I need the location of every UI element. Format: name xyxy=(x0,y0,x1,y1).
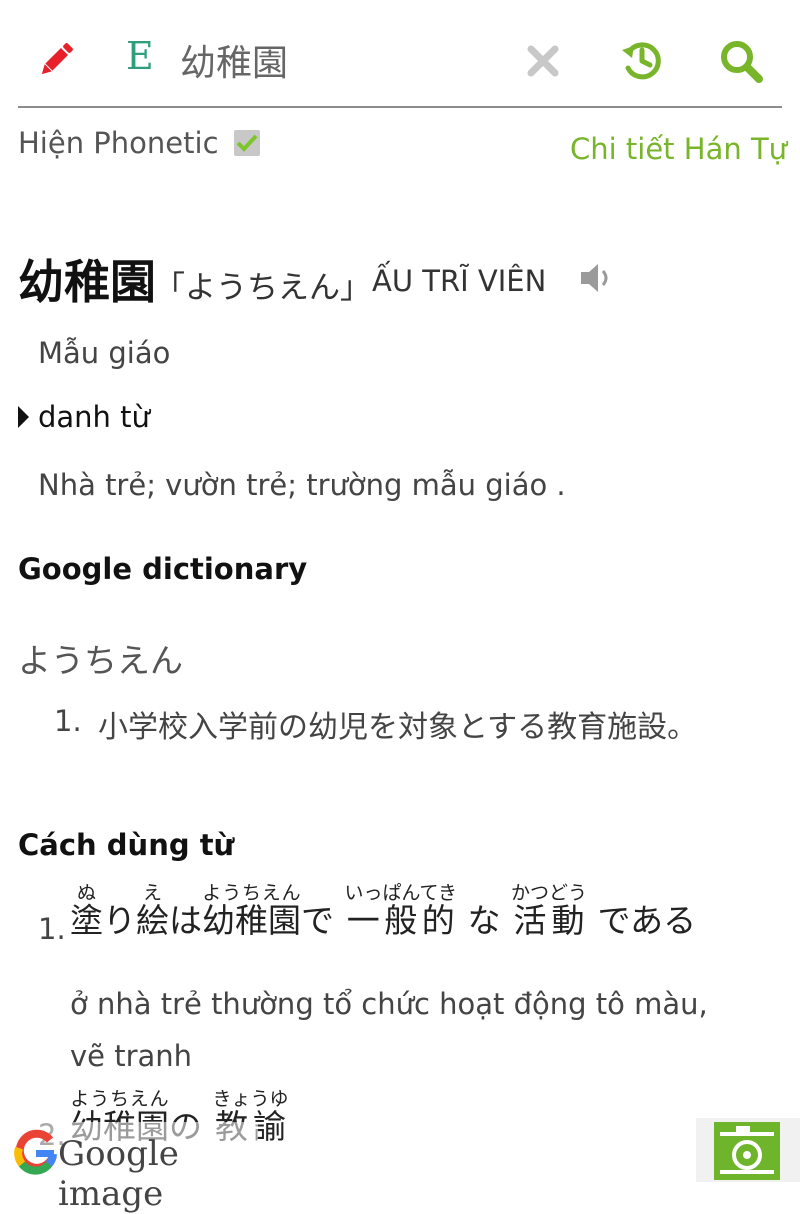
pencil-icon xyxy=(41,43,73,75)
sentence-text: で xyxy=(301,901,345,940)
search-button[interactable] xyxy=(718,38,764,84)
sentence-text: な xyxy=(456,901,511,940)
search-input[interactable] xyxy=(180,34,500,86)
topbar-divider xyxy=(18,106,782,108)
google-dictionary-heading: Google dictionary xyxy=(18,552,308,586)
checkmark-icon xyxy=(236,134,258,152)
phonetic-checkbox[interactable] xyxy=(234,130,260,156)
camera-panel xyxy=(696,1118,800,1182)
google-logo-icon xyxy=(14,1129,57,1175)
example-translation: ở nhà trẻ thường tổ chức hoạt động tô mà… xyxy=(70,987,708,1073)
usage-heading: Cách dùng từ xyxy=(18,828,235,862)
history-button[interactable] xyxy=(620,38,664,82)
google-dictionary-reading: ようちえん xyxy=(18,641,183,680)
close-icon xyxy=(527,45,559,77)
pronounce-button[interactable] xyxy=(578,260,614,296)
part-of-speech: danh từ xyxy=(38,400,150,434)
camera-icon xyxy=(714,1122,780,1180)
google-image-label: Google image xyxy=(58,1134,179,1214)
definition-number: 1. xyxy=(54,704,82,738)
camera-button[interactable] xyxy=(714,1122,780,1180)
edit-button[interactable] xyxy=(34,38,78,82)
kanji-detail-link[interactable]: Chi tiết Hán Tự xyxy=(570,132,787,166)
example-sentence: 塗ぬり絵えは幼稚園ようちえんで 一般的いっぱんてき な 活動かつどう である xyxy=(70,882,696,942)
speaker-icon xyxy=(581,264,608,292)
sentence-text: である xyxy=(586,901,697,940)
entry-reading: 「ようちえん」 xyxy=(154,270,371,306)
phonetic-label: Hiện Phonetic xyxy=(18,126,219,160)
search-icon xyxy=(721,41,763,83)
entry-definition: Nhà trẻ; vườn trẻ; trường mẫu giáo . xyxy=(38,468,566,502)
entry-word: 幼稚園 xyxy=(18,255,156,309)
ruby-word: 絵え xyxy=(136,882,169,940)
triangle-right-icon xyxy=(18,406,29,428)
dictionary-mode-badge[interactable]: E xyxy=(126,34,154,78)
ruby-word: 塗ぬ xyxy=(70,882,103,940)
ruby-word: 幼稚園ようちえん xyxy=(202,882,301,940)
definition-text: 小学校入学前の幼児を対象とする教育施設。 xyxy=(98,710,698,745)
ruby-word: 一般的いっぱんてき xyxy=(344,882,457,940)
history-icon xyxy=(622,42,661,80)
google-image-button[interactable]: Google image xyxy=(8,1122,258,1214)
entry-hanviet: ẤU TRĨ VIÊN xyxy=(372,264,547,298)
entry-meaning: Mẫu giáo xyxy=(38,336,171,370)
sentence-text: は xyxy=(169,901,202,940)
ruby-word: 活動かつどう xyxy=(510,882,587,940)
example-number: 1. xyxy=(38,912,66,946)
sentence-text: り xyxy=(103,901,136,940)
clear-button[interactable] xyxy=(526,44,560,78)
